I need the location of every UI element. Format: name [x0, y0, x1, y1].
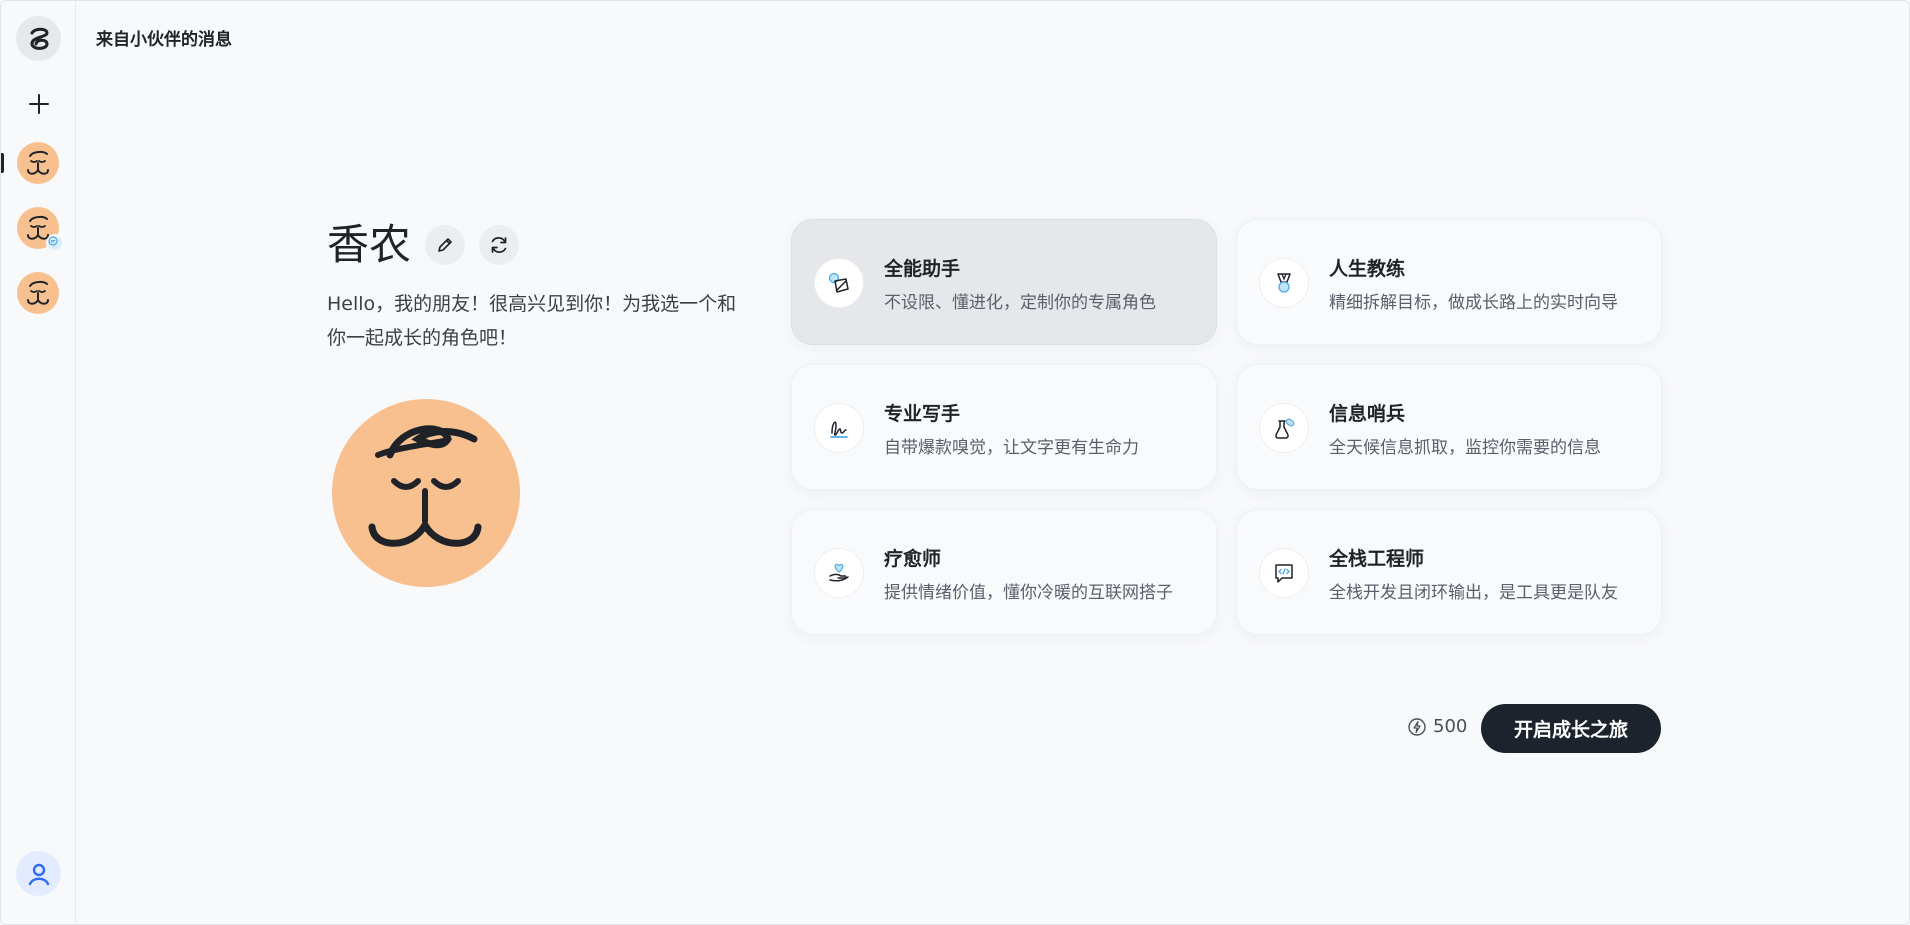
pencil-icon [438, 238, 452, 252]
chat-bubble-icon [46, 234, 64, 252]
role-description: 全栈开发且闭环输出，是工具更是队友 [1329, 583, 1618, 603]
heart-hand-icon [814, 548, 864, 598]
magic-icon [814, 258, 864, 308]
role-title: 人生教练 [1329, 258, 1406, 280]
face-icon [27, 150, 49, 175]
edit-name-button[interactable] [425, 225, 466, 265]
plus-icon [28, 93, 49, 114]
role-title: 疗愈师 [884, 548, 942, 570]
page-title: 来自小伙伴的消息 [96, 30, 232, 50]
role-card-professional-writer[interactable]: 专业写手 自带爆款嗅觉，让文字更有生命力 [791, 364, 1217, 490]
role-description: 不设限、懂进化，定制你的专属角色 [884, 293, 1156, 313]
role-title: 信息哨兵 [1329, 403, 1406, 425]
face-icon [368, 425, 482, 547]
role-description: 自带爆款嗅觉，让文字更有生命力 [884, 438, 1139, 458]
medal-icon [1259, 258, 1309, 308]
role-card-all-round-assistant[interactable]: 全能助手 不设限、懂进化，定制你的专属角色 [791, 219, 1217, 345]
role-title: 全能助手 [884, 258, 961, 280]
new-chat-button[interactable] [20, 85, 57, 122]
credits-display: 500 [1407, 716, 1467, 737]
start-journey-button[interactable]: 开启成长之旅 [1481, 704, 1661, 753]
logo-icon[interactable] [16, 16, 61, 61]
role-description: 提供情绪价值，懂你冷暖的互联网搭子 [884, 583, 1173, 603]
sidebar-avatar-2[interactable] [17, 207, 64, 252]
refresh-icon [491, 237, 507, 253]
role-card-life-coach[interactable]: 人生教练 精细拆解目标，做成长路上的实时向导 [1236, 219, 1662, 345]
role-title: 全栈工程师 [1329, 548, 1425, 570]
role-card-fullstack-engineer[interactable]: 全栈工程师 全栈开发且闭环输出，是工具更是队友 [1236, 509, 1662, 635]
sidebar-avatar-3[interactable] [17, 272, 59, 314]
lightning-icon [1408, 717, 1426, 736]
flask-icon [1259, 403, 1309, 453]
sidebar [1, 1, 76, 924]
user-profile-button[interactable] [16, 851, 61, 896]
sidebar-avatar-1[interactable] [17, 142, 59, 184]
character-avatar [332, 399, 520, 587]
user-icon [28, 863, 49, 885]
face-icon [27, 280, 49, 305]
app-window: 来自小伙伴的消息 香农 Hello，我的朋友！很高兴见到你！为我选一个和你一起成… [0, 0, 1910, 925]
role-card-info-sentinel[interactable]: 信息哨兵 全天候信息抓取，监控你需要的信息 [1236, 364, 1662, 490]
code-icon [1259, 548, 1309, 598]
active-indicator [1, 153, 4, 173]
credits-value: 500 [1433, 716, 1468, 737]
signature-icon [814, 403, 864, 453]
character-name: 香农 [327, 220, 412, 269]
role-description: 精细拆解目标，做成长路上的实时向导 [1329, 293, 1618, 313]
role-title: 专业写手 [884, 403, 961, 425]
character-name-row: 香农 [327, 219, 533, 271]
role-card-healer[interactable]: 疗愈师 提供情绪价值，懂你冷暖的互联网搭子 [791, 509, 1217, 635]
role-description: 全天候信息抓取，监控你需要的信息 [1329, 438, 1601, 458]
greeting-text: Hello，我的朋友！很高兴见到你！为我选一个和你一起成长的角色吧！ [327, 293, 737, 349]
refresh-character-button[interactable] [479, 225, 520, 265]
